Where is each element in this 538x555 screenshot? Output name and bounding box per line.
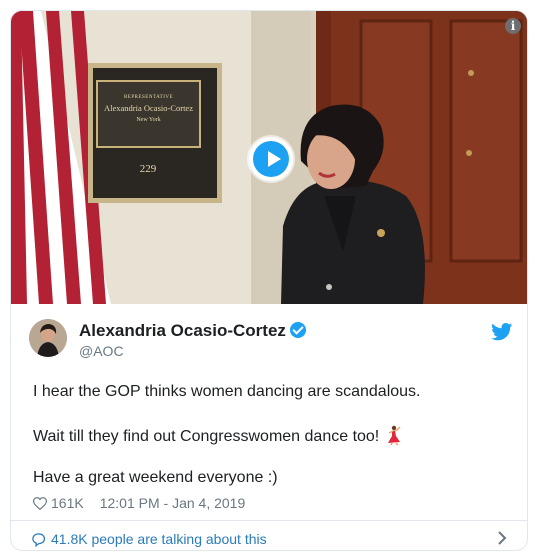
woman-dancing-emoji-icon [388,425,401,445]
tweet-meta: 161K 12:01 PM - Jan 4, 2019 [33,495,245,511]
plaque-state: New York [136,117,161,123]
tweet-line-3: Have a great weekend everyone :) [33,469,278,486]
author-name[interactable]: Alexandria Ocasio-Cortez [79,321,306,341]
author-name-text[interactable]: Alexandria Ocasio-Cortez [79,321,286,340]
plaque-title: REPRESENTATIVE [123,95,174,100]
tweet-timestamp[interactable]: 12:01 PM - Jan 4, 2019 [100,495,246,511]
plaque-room-number: 229 [139,163,157,175]
video-thumbnail[interactable]: REPRESENTATIVE Alexandria Ocasio-Cortez … [11,11,527,304]
tweet-line-2-text: Wait till they find out Congresswomen da… [33,428,380,445]
conversation-link-text[interactable]: 41.8K people are talking about this [51,531,267,547]
heart-icon[interactable] [33,497,47,510]
play-icon [253,141,289,177]
play-button[interactable] [249,137,293,181]
avatar[interactable] [29,319,67,357]
author-handle[interactable]: @AOC [79,343,124,359]
conversation-link[interactable]: 41.8K people are talking about this [31,531,267,547]
plaque-name: Alexandria Ocasio-Cortez [104,103,193,113]
twitter-bird-icon[interactable] [491,323,513,341]
tweet-card[interactable]: REPRESENTATIVE Alexandria Ocasio-Cortez … [10,10,528,551]
tweet-line-2: Wait till they find out Congresswomen da… [33,425,401,446]
tweet-author: Alexandria Ocasio-Cortez @AOC [29,317,519,363]
comment-bubble-icon [32,533,46,547]
tweet-line-1: I hear the GOP thinks women dancing are … [33,383,421,400]
divider [11,520,527,521]
info-icon[interactable]: i [505,18,521,34]
like-count[interactable]: 161K [51,495,84,511]
chevron-right-icon[interactable] [497,531,507,545]
verified-badge-icon [289,322,306,338]
